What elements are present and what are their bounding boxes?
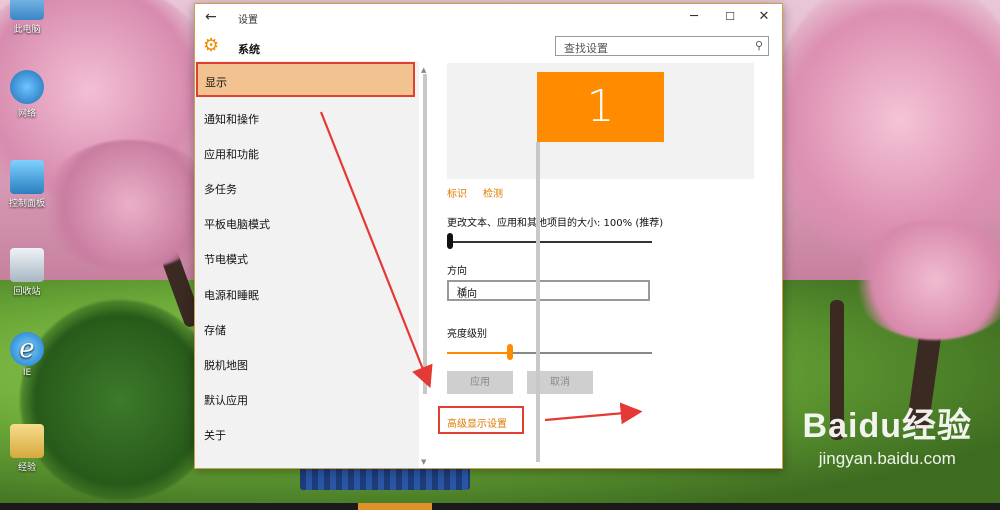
- computer-icon: [10, 0, 44, 20]
- nav-item-label: 显示: [205, 76, 227, 89]
- back-arrow-icon[interactable]: ←: [205, 9, 217, 25]
- taskbar-active-app[interactable]: [358, 503, 432, 510]
- monitor-preview: 1: [447, 63, 754, 179]
- nav-item-offline-maps[interactable]: 脱机地图: [195, 345, 413, 380]
- detect-link[interactable]: 检测: [483, 185, 503, 200]
- settings-nav: 显示 通知和操作 应用和功能 多任务 平板电脑模式 节电模式 电源和睡眠 存储 …: [195, 61, 419, 468]
- nav-item-label: 存储: [204, 324, 226, 337]
- nav-scrollbar[interactable]: ▲ ▼: [421, 66, 428, 466]
- settings-header: ⚙ 系统 ⚲: [195, 30, 782, 64]
- section-title: 系统: [238, 43, 260, 56]
- minimize-button[interactable]: ─: [677, 7, 711, 27]
- nav-item-apps[interactable]: 应用和功能: [195, 134, 413, 169]
- window-title: 设置: [238, 15, 258, 26]
- nav-item-label: 默认应用: [204, 394, 248, 407]
- nav-item-default-apps[interactable]: 默认应用: [195, 380, 413, 415]
- brightness-slider-fill: [447, 352, 507, 354]
- folder-icon: [10, 424, 44, 458]
- brightness-slider-thumb[interactable]: [506, 344, 513, 360]
- advanced-display-settings-highlight: 高级显示设置: [438, 406, 524, 434]
- gear-icon: ⚙: [203, 35, 220, 56]
- taskbar: [0, 503, 1000, 510]
- nav-item-battery-saver[interactable]: 节电模式: [195, 239, 413, 274]
- ie-desktop-icon[interactable]: e IE: [3, 332, 51, 378]
- control-panel-desktop-icon[interactable]: 控制面板: [3, 160, 51, 209]
- nav-item-display[interactable]: 显示: [196, 62, 415, 97]
- nav-item-label: 多任务: [204, 183, 237, 196]
- nav-item-multitasking[interactable]: 多任务: [195, 169, 413, 204]
- identify-link[interactable]: 标识: [447, 185, 467, 200]
- orientation-dropdown[interactable]: 横向 ﹀: [447, 280, 650, 301]
- content-scrollbar[interactable]: [535, 64, 541, 468]
- search-box[interactable]: ⚲: [555, 36, 769, 58]
- recycle-bin-desktop-icon[interactable]: 回收站: [3, 248, 51, 297]
- display-settings-panel: 1 标识 检测 更改文本、应用和其他项目的大小: 100% (推荐) 方向 横向…: [430, 61, 782, 468]
- nav-item-power-sleep[interactable]: 电源和睡眠: [195, 275, 413, 310]
- nav-item-label: 脱机地图: [204, 359, 248, 372]
- apply-button[interactable]: 应用: [447, 371, 513, 394]
- network-icon: [10, 70, 44, 104]
- nav-item-tablet-mode[interactable]: 平板电脑模式: [195, 204, 413, 239]
- content-scroll-thumb[interactable]: [536, 142, 540, 462]
- scale-slider-track[interactable]: [447, 241, 652, 243]
- close-button[interactable]: ✕: [747, 7, 781, 27]
- brightness-label: 亮度级别: [447, 329, 487, 340]
- control-panel-icon: [10, 160, 44, 194]
- nav-item-storage[interactable]: 存储: [195, 310, 413, 345]
- this-pc-desktop-icon[interactable]: 此电脑: [3, 0, 51, 35]
- nav-item-about[interactable]: 关于: [195, 415, 413, 450]
- scale-label: 更改文本、应用和其他项目的大小: 100% (推荐): [447, 218, 664, 229]
- scroll-down-icon[interactable]: ▼: [421, 458, 426, 466]
- folder-desktop-icon[interactable]: 经验: [3, 424, 51, 473]
- nav-item-label: 电源和睡眠: [204, 289, 259, 302]
- search-icon[interactable]: ⚲: [755, 39, 763, 52]
- nav-item-label: 平板电脑模式: [204, 218, 270, 231]
- search-input[interactable]: [562, 39, 746, 58]
- nav-item-label: 通知和操作: [204, 113, 259, 126]
- advanced-display-settings-link[interactable]: 高级显示设置: [447, 415, 507, 430]
- network-desktop-icon[interactable]: 网络: [3, 70, 51, 119]
- maximize-button[interactable]: ☐: [713, 7, 747, 27]
- scale-slider-thumb[interactable]: [447, 233, 453, 249]
- nav-item-label: 关于: [204, 429, 226, 442]
- title-bar: ← 设置 ─ ☐ ✕: [195, 4, 782, 30]
- nav-scroll-thumb[interactable]: [423, 74, 427, 394]
- nav-item-label: 节电模式: [204, 253, 248, 266]
- baidu-watermark: Baidu经验 jingyan.baidu.com: [802, 407, 972, 468]
- scroll-up-icon[interactable]: ▲: [421, 66, 426, 74]
- internet-explorer-icon: e: [10, 332, 44, 366]
- chevron-down-icon: ﹀: [457, 287, 467, 298]
- monitor-tile[interactable]: 1: [537, 72, 664, 142]
- orientation-label: 方向: [447, 266, 467, 277]
- settings-window: ← 设置 ─ ☐ ✕ ⚙ 系统 ⚲ 显示 通知和操作 应用和功能 多任务 平板电…: [194, 3, 783, 469]
- nav-item-notifications[interactable]: 通知和操作: [195, 99, 413, 134]
- recycle-bin-icon: [10, 248, 44, 282]
- nav-item-label: 应用和功能: [204, 148, 259, 161]
